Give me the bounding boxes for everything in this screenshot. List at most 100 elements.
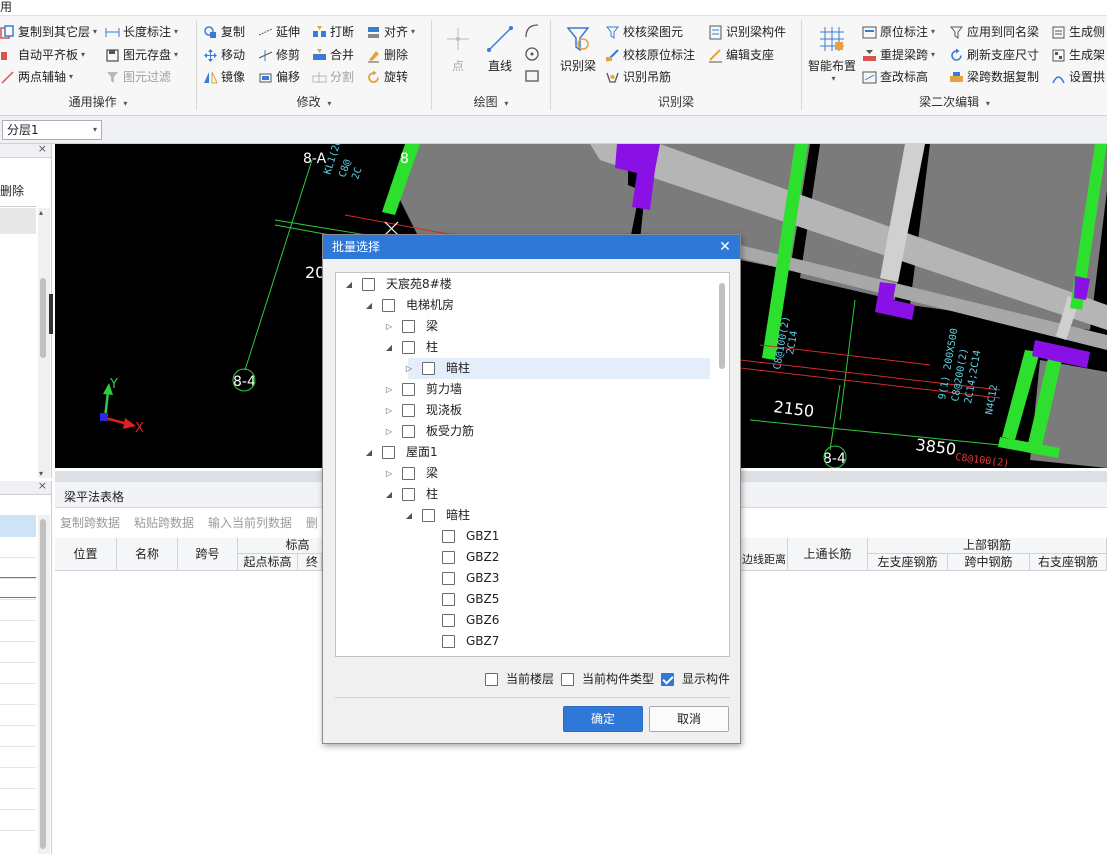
tree-node-checkbox[interactable] bbox=[442, 551, 455, 564]
tree-node[interactable]: ◢ 暗柱 bbox=[336, 505, 714, 526]
tree-node-checkbox[interactable] bbox=[442, 614, 455, 627]
splitter-handle[interactable] bbox=[49, 294, 53, 334]
identify-beam-button[interactable]: 识别梁 bbox=[557, 24, 599, 74]
tree-node[interactable]: ▷ 暗柱 bbox=[406, 358, 710, 379]
tree-node[interactable]: ◢ 柱 bbox=[336, 484, 714, 505]
copy-to-other-layer-button[interactable]: 复制到其它层 ▾ bbox=[0, 22, 97, 42]
chevron-down-icon[interactable]: ▾ bbox=[327, 99, 331, 108]
move-button[interactable]: 移动 bbox=[203, 45, 245, 65]
tree-node-checkbox[interactable] bbox=[402, 383, 415, 396]
expand-right-icon[interactable]: ▷ bbox=[384, 400, 394, 421]
scrollbar-thumb[interactable] bbox=[40, 278, 46, 358]
expand-down-icon[interactable]: ◢ bbox=[384, 337, 394, 358]
arc-button[interactable] bbox=[523, 22, 541, 43]
tree-node-checkbox[interactable] bbox=[422, 509, 435, 522]
expand-down-icon[interactable]: ◢ bbox=[364, 295, 374, 316]
point-button[interactable]: 点 bbox=[442, 24, 474, 74]
merge-button[interactable]: 合并 bbox=[312, 45, 354, 65]
in-situ-annotation-button[interactable]: 原位标注 ▾ bbox=[862, 22, 935, 42]
scroll-down-icon[interactable]: ▾ bbox=[39, 469, 43, 478]
element-filter-button[interactable]: 图元过滤 bbox=[105, 67, 171, 87]
tree-node[interactable]: GBZ2 bbox=[336, 547, 714, 568]
element-save-button[interactable]: 图元存盘 ▾ bbox=[105, 45, 178, 65]
identify-hanging-bar-button[interactable]: 识别吊筋 bbox=[605, 67, 671, 87]
expand-right-icon[interactable]: ▷ bbox=[384, 316, 394, 337]
delete-button[interactable]: 删除 bbox=[366, 45, 408, 65]
tree-node[interactable]: GBZ8 bbox=[336, 652, 714, 657]
check-elevation-button[interactable]: 查改标高 bbox=[862, 67, 928, 87]
copy-button[interactable]: 复制 bbox=[203, 22, 245, 42]
show-component-checkbox[interactable] bbox=[661, 672, 674, 686]
tree-node-checkbox[interactable] bbox=[442, 593, 455, 606]
input-current-column-button[interactable]: 输入当前列数据 bbox=[208, 514, 292, 531]
length-annotation-button[interactable]: 长度标注 ▾ bbox=[105, 22, 178, 42]
close-icon[interactable]: × bbox=[38, 479, 47, 492]
re-extract-span-button[interactable]: 重提梁跨 ▾ bbox=[862, 45, 935, 65]
vertical-scrollbar[interactable] bbox=[38, 515, 50, 854]
copy-span-data-button[interactable]: 梁跨数据复制 bbox=[949, 67, 1039, 87]
scroll-up-icon[interactable]: ▴ bbox=[39, 208, 43, 217]
tree-node[interactable]: GBZ6 bbox=[336, 610, 714, 631]
tree-node-checkbox[interactable] bbox=[442, 656, 455, 657]
tree-node[interactable]: ▷ 梁 bbox=[336, 463, 714, 484]
check-beam-element-button[interactable]: 校核梁图元 bbox=[605, 22, 683, 42]
chevron-down-icon[interactable]: ▾ bbox=[174, 45, 178, 65]
expand-down-icon[interactable]: ◢ bbox=[404, 505, 414, 526]
show-component-option[interactable]: 显示构件 bbox=[661, 671, 730, 687]
apply-same-name-button[interactable]: 应用到同名梁 bbox=[949, 22, 1039, 42]
tree-node[interactable]: ◢ 屋面1 bbox=[336, 442, 714, 463]
line-button[interactable]: 直线 bbox=[483, 24, 517, 74]
tree-node[interactable]: GBZ1 bbox=[336, 526, 714, 547]
expand-down-icon[interactable]: ◢ bbox=[364, 442, 374, 463]
tree-node-checkbox[interactable] bbox=[442, 530, 455, 543]
chevron-down-icon[interactable]: ▾ bbox=[809, 74, 858, 83]
tree-node-checkbox[interactable] bbox=[382, 446, 395, 459]
offset-button[interactable]: 偏移 bbox=[258, 67, 300, 87]
vertical-scrollbar[interactable]: ▴ ▾ bbox=[38, 208, 50, 478]
expand-right-icon[interactable]: ▷ bbox=[384, 379, 394, 400]
tree-node[interactable]: ◢ 柱 bbox=[336, 337, 714, 358]
close-icon[interactable]: ✕ bbox=[718, 235, 732, 259]
current-floor-checkbox[interactable] bbox=[485, 672, 498, 686]
rectangle-button[interactable] bbox=[523, 67, 541, 88]
tree-node[interactable]: ▷ 剪力墙 bbox=[336, 379, 714, 400]
tree-node-checkbox[interactable] bbox=[402, 467, 415, 480]
align-button[interactable]: 对齐 ▾ bbox=[366, 22, 415, 42]
tree-node[interactable]: ◢ 天宸苑8#楼 bbox=[336, 274, 714, 295]
mirror-button[interactable]: 镜像 bbox=[203, 67, 245, 87]
generate-side-button[interactable]: 生成侧 bbox=[1051, 22, 1105, 42]
circle-button[interactable] bbox=[523, 45, 541, 66]
copy-span-data-button[interactable]: 复制跨数据 bbox=[60, 514, 120, 531]
expand-right-icon[interactable]: ▷ bbox=[384, 421, 394, 442]
tree-node[interactable]: ▷ 梁 bbox=[336, 316, 714, 337]
split-button[interactable]: 分割 bbox=[312, 67, 354, 87]
tree-node[interactable]: ▷ 现浇板 bbox=[336, 400, 714, 421]
layer-select[interactable]: 分层1 ▾ bbox=[2, 120, 102, 140]
delete-span-button[interactable]: 删 bbox=[306, 514, 318, 531]
chevron-down-icon[interactable]: ▾ bbox=[931, 22, 935, 42]
tree-node[interactable]: GBZ5 bbox=[336, 589, 714, 610]
chevron-down-icon[interactable]: ▾ bbox=[174, 22, 178, 42]
tree-scrollbar-thumb[interactable] bbox=[719, 283, 725, 369]
extend-button[interactable]: 延伸 bbox=[258, 22, 300, 42]
tree-node-checkbox[interactable] bbox=[422, 362, 435, 375]
generate-frame-button[interactable]: 生成架 bbox=[1051, 45, 1105, 65]
close-icon[interactable]: × bbox=[38, 142, 47, 155]
chevron-down-icon[interactable]: ▾ bbox=[504, 99, 508, 108]
expand-down-icon[interactable]: ◢ bbox=[384, 484, 394, 505]
edit-support-button[interactable]: 编辑支座 bbox=[708, 45, 774, 65]
cancel-button[interactable]: 取消 bbox=[649, 706, 729, 732]
tree-node[interactable]: ▷ 板受力筋 bbox=[336, 421, 714, 442]
identify-beam-component-button[interactable]: 识别梁构件 bbox=[708, 22, 786, 42]
chevron-down-icon[interactable]: ▾ bbox=[986, 99, 990, 108]
chevron-down-icon[interactable]: ▾ bbox=[931, 45, 935, 65]
trim-button[interactable]: 修剪 bbox=[258, 45, 300, 65]
check-in-situ-button[interactable]: 校核原位标注 bbox=[605, 45, 695, 65]
paste-span-data-button[interactable]: 粘贴跨数据 bbox=[134, 514, 194, 531]
expand-down-icon[interactable]: ◢ bbox=[344, 274, 354, 295]
chevron-down-icon[interactable]: ▾ bbox=[93, 22, 97, 42]
rotate-button[interactable]: 旋转 bbox=[366, 67, 408, 87]
tree-node-checkbox[interactable] bbox=[442, 572, 455, 585]
refresh-support-size-button[interactable]: 刷新支座尺寸 bbox=[949, 45, 1039, 65]
chevron-down-icon[interactable]: ▾ bbox=[411, 22, 415, 42]
